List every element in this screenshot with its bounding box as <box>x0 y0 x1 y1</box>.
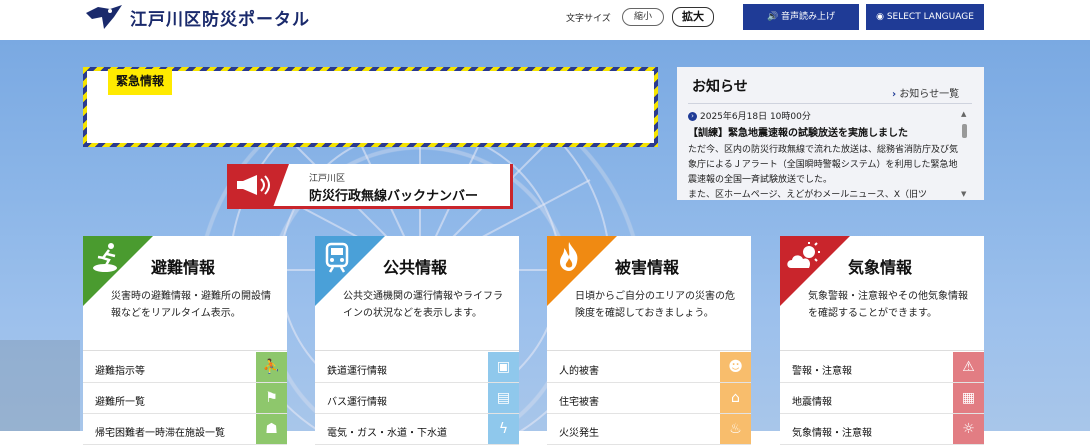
news-divider <box>688 103 972 104</box>
evacuation-icon: ⛹ <box>262 359 281 375</box>
card-divider <box>83 350 287 351</box>
globe-icon: ◉ <box>876 12 884 22</box>
news-scrollbar[interactable]: ▲ ▼ <box>960 110 970 198</box>
train-small-icon: ▣ <box>496 359 511 375</box>
list-item[interactable]: 電気・ガス・水道・下水道 ϟ <box>315 414 519 445</box>
house-icon: ⌂ <box>731 390 740 406</box>
chevron-right-icon: › <box>892 89 897 100</box>
list-item[interactable]: 鉄道運行情報 ▣ <box>315 352 519 383</box>
news-item-body: ただ今、区内の防災行政無線で流れた放送は、総務省消防庁及び気象庁によるＪアラート… <box>688 145 959 185</box>
flag-icon: ⚑ <box>265 390 278 406</box>
list-item[interactable]: 避難所一覧 ⚑ <box>83 383 287 414</box>
news-title: お知らせ <box>692 79 748 95</box>
card-public-info[interactable]: 公共情報 公共交通機関の運行情報やライフラインの状況などを表示します。 鉄道運行… <box>315 236 519 445</box>
scrollbar-thumb[interactable] <box>962 124 967 138</box>
card-title: 気象情報 <box>848 258 913 277</box>
people-icon: ☻ <box>728 359 743 375</box>
select-language-button[interactable]: ◉ SELECT LANGUAGE <box>866 4 984 30</box>
card-divider <box>547 350 751 351</box>
bus-icon: ▤ <box>496 390 511 406</box>
scroll-up-icon[interactable]: ▲ <box>961 110 966 118</box>
list-item[interactable]: 住宅被害 ⌂ <box>547 383 751 414</box>
arrow-circle-icon: › <box>688 112 697 121</box>
list-item[interactable]: バス運行情報 ▤ <box>315 383 519 414</box>
list-item[interactable]: 避難指示等 ⛹ <box>83 352 287 383</box>
fire-small-icon: ♨ <box>729 421 742 437</box>
font-large-button[interactable]: 拡大 <box>672 7 714 27</box>
card-description: 気象警報・注意報やその他気象情報を確認することができます。 <box>808 291 968 319</box>
list-item[interactable]: 地震情報 ▦ <box>780 383 984 414</box>
card-divider <box>780 350 984 351</box>
list-item[interactable]: 人的被害 ☻ <box>547 352 751 383</box>
backnumber-title: 防災行政無線バックナンバー <box>309 189 479 204</box>
site-header: 江戸川区防災ポータル 文字サイズ 縮小 拡大 🔊 音声読み上げ ◉ SELECT… <box>0 0 1090 40</box>
card-damage-info[interactable]: 被害情報 日頃からご自分のエリアの災害の危険度を確認しておきましょう。 人的被害… <box>547 236 751 445</box>
building-icon: ▦ <box>961 390 976 406</box>
news-item-body-cut: また、区ホームページ、えどがわメールニュース、X（旧ツ <box>688 190 927 200</box>
card-evacuation[interactable]: 避難情報 災害時の避難情報・避難所の開設情報などをリアルタイム表示。 避難指示等… <box>83 236 287 445</box>
lightning-icon: ϟ <box>498 421 509 437</box>
emergency-info-label: 緊急情報 <box>108 69 173 95</box>
voice-readout-button[interactable]: 🔊 音声読み上げ <box>743 4 859 30</box>
list-item[interactable]: 帰宅困難者一時滞在施設一覧 ☗ <box>83 414 287 445</box>
card-title: 被害情報 <box>615 258 680 277</box>
train-icon <box>325 242 349 273</box>
select-language-label: SELECT LANGUAGE <box>886 12 974 22</box>
warning-icon: ⚠ <box>962 359 975 375</box>
running-person-icon <box>93 243 117 272</box>
card-weather-info[interactable]: 気象情報 気象警報・注意報やその他気象情報を確認することができます。 警報・注意… <box>780 236 984 445</box>
scroll-down-icon[interactable]: ▼ <box>961 190 966 198</box>
backnumber-sub: 江戸川区 <box>309 174 346 184</box>
site-title[interactable]: 江戸川区防災ポータル <box>130 5 310 30</box>
sun-icon: ☼ <box>962 421 975 437</box>
card-description: 日頃からご自分のエリアの災害の危険度を確認しておきましょう。 <box>575 291 735 319</box>
list-item[interactable]: 気象情報・注意報 ☼ <box>780 414 984 445</box>
font-small-button[interactable]: 縮小 <box>622 8 664 26</box>
card-title: 公共情報 <box>383 258 448 277</box>
person-icon: ☗ <box>265 421 278 437</box>
weather-icon <box>787 242 820 268</box>
backnumber-button[interactable]: 江戸川区 防災行政無線バックナンバー <box>227 164 513 209</box>
news-item-date: › 2025年6月18日 10時00分 <box>688 109 960 122</box>
voice-readout-label: 音声読み上げ <box>781 12 836 22</box>
card-title: 避難情報 <box>151 258 216 277</box>
font-size-label: 文字サイズ <box>566 14 611 24</box>
news-more-label: お知らせ一覧 <box>899 89 960 100</box>
news-scroll-area[interactable]: › 2025年6月18日 10時00分 【訓練】緊急地震速報の試験放送を実施しまし… <box>688 106 960 200</box>
list-item[interactable]: 火災発生 ♨ <box>547 414 751 445</box>
card-description: 公共交通機関の運行情報やライフラインの状況などを表示します。 <box>343 291 503 319</box>
card-divider <box>315 350 519 351</box>
loudspeaker-icon <box>237 175 270 195</box>
speaker-icon: 🔊 <box>766 12 779 22</box>
list-item[interactable]: 警報・注意報 ⚠ <box>780 352 984 383</box>
logo-icon <box>86 5 122 29</box>
news-item-headline[interactable]: 【訓練】緊急地震速報の試験放送を実施しました <box>688 124 960 139</box>
fire-icon <box>560 242 578 271</box>
news-more-link[interactable]: › お知らせ一覧 <box>892 85 959 100</box>
card-description: 災害時の避難情報・避難所の開設情報などをリアルタイム表示。 <box>111 291 271 319</box>
